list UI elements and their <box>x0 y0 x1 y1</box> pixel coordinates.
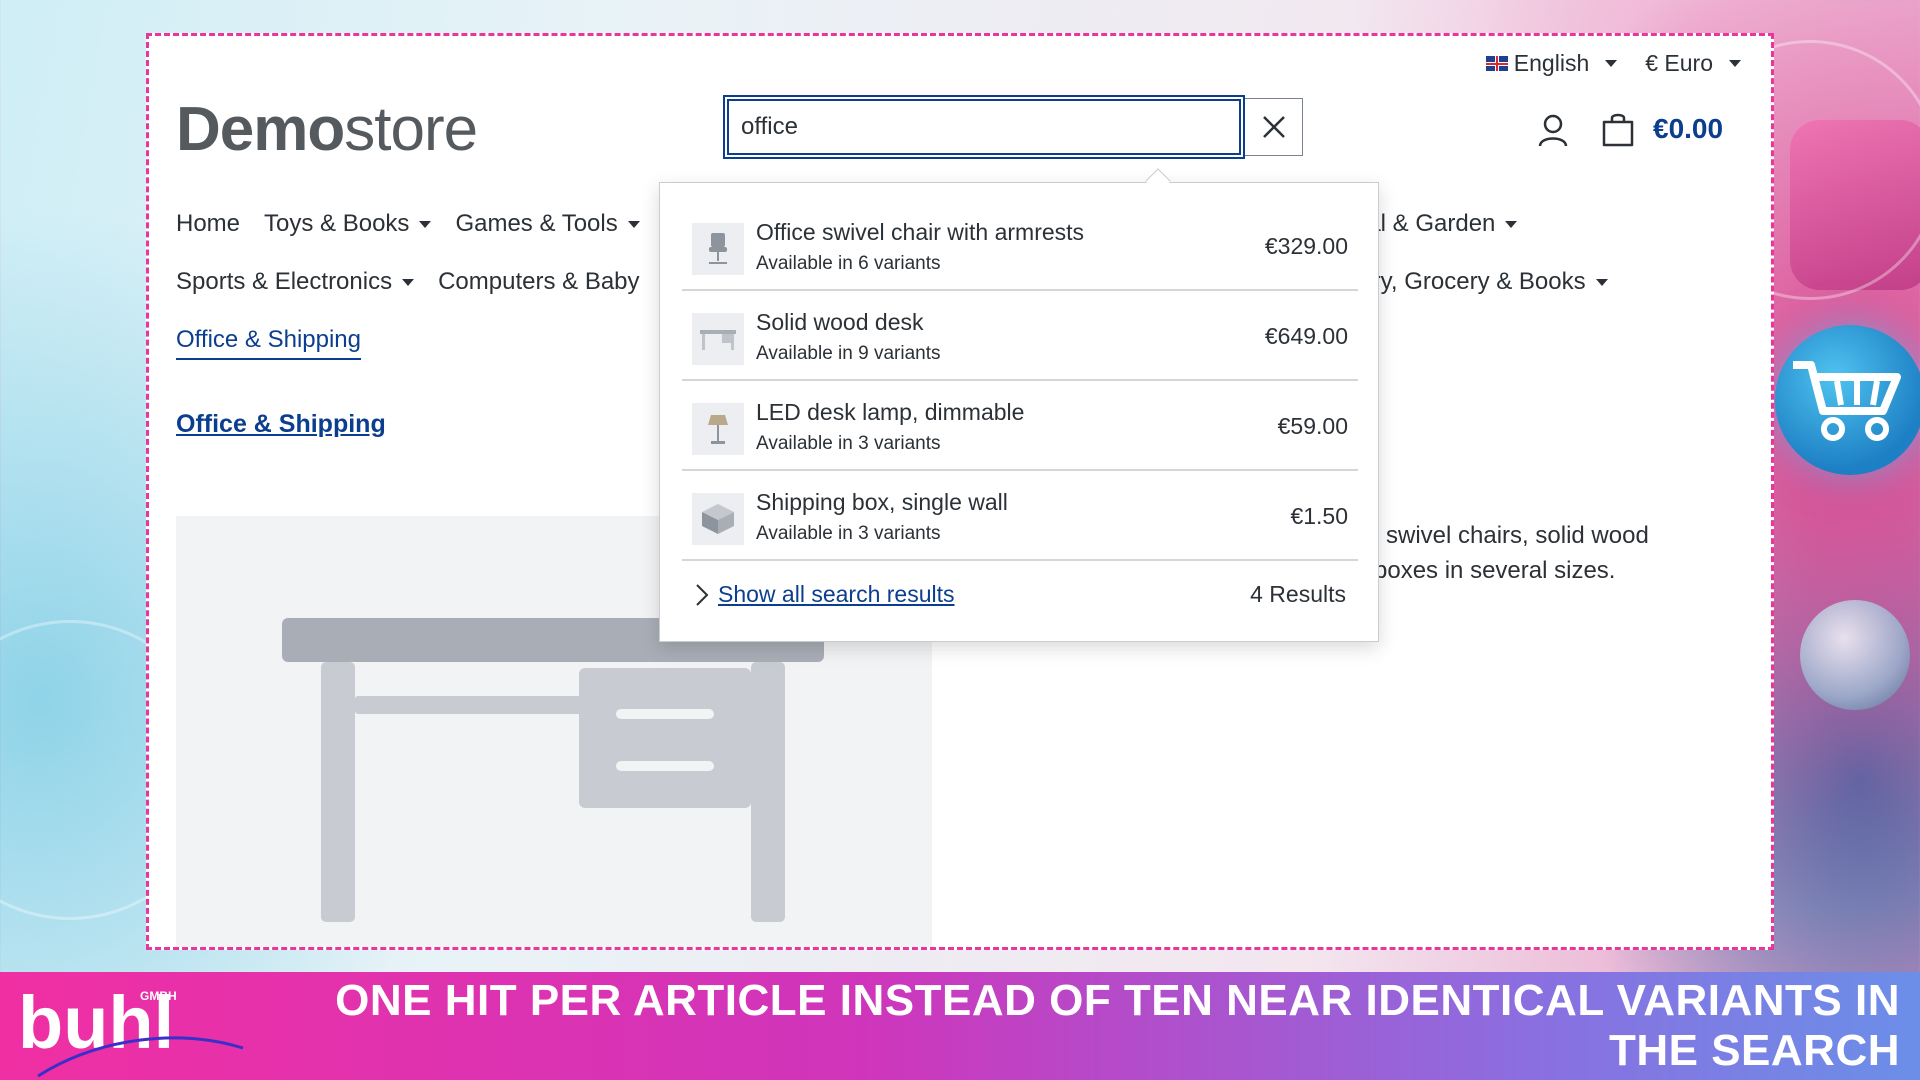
result-name: Office swivel chair with armrests <box>756 219 1085 245</box>
result-variants: Available in 3 variants <box>756 433 941 454</box>
main-navigation-row-1: Home Toys & Books Games & Tools <box>176 210 640 238</box>
currency-label: € Euro <box>1645 50 1713 76</box>
result-variants: Available in 6 variants <box>756 253 941 274</box>
nav-item-computers-baby[interactable]: Computers & Baby <box>438 268 639 296</box>
show-all-results-link[interactable]: Show all search results <box>694 581 955 608</box>
language-label: English <box>1513 50 1590 76</box>
currency-selector[interactable]: € Euro <box>1645 50 1741 77</box>
result-variants: Available in 9 variants <box>756 343 941 364</box>
top-bar: English € Euro <box>1485 50 1741 77</box>
lamp-icon <box>692 403 744 455</box>
account-button[interactable] <box>1537 114 1569 153</box>
close-icon <box>1262 116 1285 138</box>
description-line: ce swivel chairs, solid wood <box>1354 522 1649 549</box>
background-orb <box>1800 600 1910 710</box>
nav-item-label: Computers & Baby <box>438 268 640 295</box>
chevron-down-icon <box>419 220 432 228</box>
chevron-right-icon <box>696 583 709 606</box>
chevron-down-icon <box>1729 60 1741 67</box>
nav-item-office-shipping[interactable]: Office & Shipping <box>176 326 362 360</box>
search-bar <box>723 95 1303 159</box>
storefront-frame: English € Euro Demostore €0.00 <box>146 33 1774 950</box>
search-input[interactable] <box>723 95 1245 159</box>
chevron-down-icon <box>402 278 415 286</box>
nav-item-sports-electronics[interactable]: Sports & Electronics <box>176 268 415 296</box>
result-variants: Available in 3 variants <box>756 523 941 544</box>
result-price: €1.50 <box>1290 503 1348 529</box>
brand-subtext: GMBH <box>140 989 177 1003</box>
buhl-logo: buhl GMBH <box>18 978 248 1080</box>
nav-item-home[interactable]: Home <box>176 210 240 238</box>
search-result-item[interactable]: LED desk lamp, dimmable Available in 3 v… <box>682 383 1358 471</box>
cart-illustration-icon <box>1775 325 1920 475</box>
description-line: g boxes in several sizes. <box>1354 557 1616 584</box>
language-selector[interactable]: English <box>1485 50 1618 77</box>
search-result-item[interactable]: Shipping box, single wall Available in 3… <box>682 473 1358 561</box>
result-name: Solid wood desk <box>756 309 924 335</box>
chair-icon <box>692 223 744 275</box>
clear-search-button[interactable] <box>1245 98 1303 156</box>
search-result-item[interactable]: Solid wood desk Available in 9 variants … <box>682 293 1358 381</box>
cart-button[interactable] <box>1601 112 1635 153</box>
result-price: €329.00 <box>1264 233 1348 259</box>
nav-item-label: elry, Grocery & Books <box>1354 268 1586 295</box>
nav-item-toys-books[interactable]: Toys & Books <box>264 210 432 238</box>
chevron-down-icon <box>1595 278 1608 286</box>
chevron-down-icon <box>1605 60 1618 67</box>
cart-total[interactable]: €0.00 <box>1653 113 1723 145</box>
chevron-down-icon <box>1505 220 1518 228</box>
nav-item-label: Toys & Books <box>264 210 410 237</box>
result-price: €59.00 <box>1277 413 1348 439</box>
category-title-link[interactable]: Office & Shipping <box>176 410 386 439</box>
search-result-item[interactable]: Office swivel chair with armrests Availa… <box>682 203 1358 291</box>
chevron-down-icon <box>627 220 640 228</box>
user-icon <box>1538 114 1568 147</box>
nav-item-jewelry-grocery-books[interactable]: elry, Grocery & Books <box>1354 268 1608 296</box>
category-description: ce swivel chairs, solid wood g boxes in … <box>1354 518 1649 588</box>
result-price: €649.00 <box>1264 323 1348 349</box>
store-logo[interactable]: Demostore <box>176 94 478 165</box>
nav-item-label: Games & Tools <box>455 210 618 237</box>
promo-banner: buhl GMBH ONE HIT PER ARTICLE INSTEAD OF… <box>0 972 1920 1080</box>
main-navigation-row-2: Sports & Electronics Computers & Baby <box>176 268 640 296</box>
uk-flag-icon <box>1485 56 1508 71</box>
shopping-bag-icon <box>1602 113 1634 147</box>
search-suggestions-dropdown: Office swivel chair with armrests Availa… <box>659 182 1379 642</box>
results-count: 4 Results <box>1250 581 1346 607</box>
logo-bold-text: Demo <box>176 95 345 164</box>
nav-item-games-tools[interactable]: Games & Tools <box>455 210 640 238</box>
desk-icon <box>692 313 744 365</box>
logo-light-text: store <box>344 95 478 164</box>
show-all-results-label: Show all search results <box>718 581 955 607</box>
box-icon <box>692 493 744 545</box>
nav-item-label: Sports & Electronics <box>176 268 393 295</box>
result-name: LED desk lamp, dimmable <box>756 399 1025 425</box>
result-name: Shipping box, single wall <box>756 489 1008 515</box>
banner-headline: ONE HIT PER ARTICLE INSTEAD OF TEN NEAR … <box>335 976 1900 1075</box>
nav-item-label: Home <box>176 210 241 237</box>
